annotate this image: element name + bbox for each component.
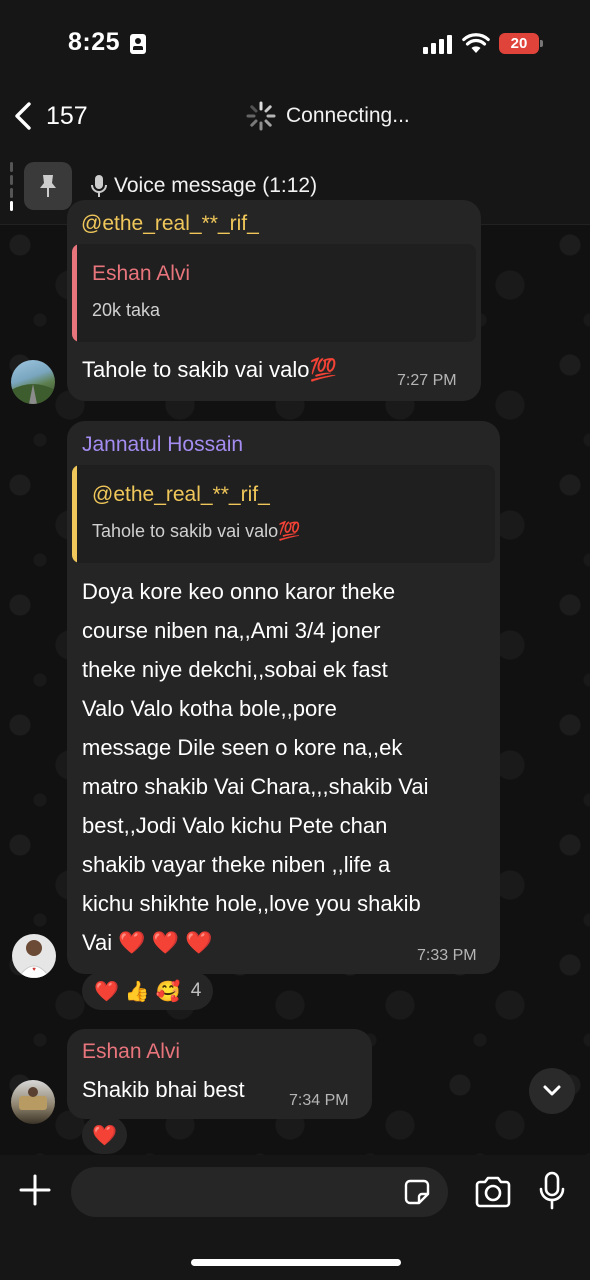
battery-indicator: 20 [499, 33, 539, 54]
message-time: 7:34 PM [289, 1092, 349, 1109]
quote-sender: @ethe_real_**_rif_ [92, 483, 270, 506]
quote-header-cut: @ethe_real_**_rif_ [81, 212, 259, 235]
microphone-icon[interactable] [538, 1171, 566, 1211]
reaction-bar[interactable]: ❤️ 👍 🥰 4 [82, 972, 214, 1010]
message-time: 7:33 PM [417, 947, 477, 964]
message-bubble[interactable]: @ethe_real_**_rif_ Eshan Alvi 20k taka T… [67, 200, 481, 401]
message-line: Doya kore keo onno karor theke [82, 579, 396, 604]
message-input[interactable] [71, 1167, 448, 1217]
chevron-down-icon [543, 1085, 561, 1096]
composer-bar [0, 1155, 590, 1280]
pin-icon [40, 175, 56, 197]
cellular-signal-icon [423, 34, 453, 54]
connection-status: Connecting... [245, 100, 410, 132]
message-time: 7:27 PM [397, 372, 457, 389]
battery-nub [540, 40, 543, 47]
sticker-icon[interactable] [402, 1177, 432, 1207]
pinned-position-indicator [10, 162, 13, 212]
microphone-icon [91, 175, 107, 197]
reaction-heart[interactable]: ❤️ [92, 1123, 117, 1148]
status-time: 8:25 [68, 28, 121, 56]
message-bubble[interactable]: Jannatul Hossain @ethe_real_**_rif_ Taho… [67, 421, 500, 974]
chevron-left-icon [15, 102, 31, 130]
pinned-list-button[interactable] [24, 162, 72, 210]
camera-icon[interactable] [474, 1175, 512, 1209]
message-line: best,,Jodi Valo kichu Pete chan [82, 813, 388, 838]
reaction-smiling-hearts[interactable]: 🥰 [156, 979, 181, 1004]
back-button[interactable]: 157 [10, 94, 88, 138]
reply-quote[interactable]: @ethe_real_**_rif_ Tahole to sakib vai v… [72, 465, 495, 563]
message-text: Doya kore keo onno karor theke course ni… [82, 572, 492, 962]
unread-count: 157 [46, 101, 88, 130]
message-line: Valo Valo kotha bole,,pore [82, 696, 337, 721]
chat-header: 157 Connecting... [0, 88, 590, 150]
reaction-heart[interactable]: ❤️ [94, 979, 119, 1004]
loading-spinner-icon [246, 101, 276, 131]
message-line: message Dile seen o kore na,,ek [82, 735, 403, 760]
message-text: Tahole to sakib vai valo💯 [82, 357, 337, 382]
reply-quote[interactable]: Eshan Alvi 20k taka [72, 244, 476, 342]
connection-status-text: Connecting... [286, 104, 410, 127]
avatar[interactable]: ♥ [12, 934, 56, 978]
message-line: kichu shikhte hole,,love you shakib [82, 891, 421, 916]
battery-level: 20 [510, 35, 528, 52]
svg-text:♥: ♥ [32, 967, 36, 973]
message-bubble[interactable]: Eshan Alvi Shakib bhai best 7:34 PM [67, 1029, 372, 1119]
message-sender: Jannatul Hossain [82, 433, 244, 456]
avatar[interactable] [11, 360, 55, 404]
attach-plus-icon[interactable] [18, 1173, 52, 1207]
message-line: matro shakib Vai Chara,,,shakib Vai [82, 774, 429, 799]
message-line: theke niye dekchi,,sobai ek fast [82, 657, 388, 682]
pinned-message-text: Voice message (1:12) [114, 174, 318, 197]
message-text: Shakib bhai best [82, 1077, 245, 1102]
pinned-message-preview: Voice message (1:12) [90, 174, 317, 198]
quote-text: Tahole to sakib vai valo💯 [92, 521, 301, 541]
id-card-icon [130, 34, 146, 54]
quote-sender: Eshan Alvi [92, 262, 191, 285]
wifi-icon [462, 33, 490, 53]
message-line: course niben na,,Ami 3/4 joner [82, 618, 381, 643]
avatar[interactable] [11, 1080, 55, 1124]
reaction-count: 4 [190, 980, 202, 1001]
home-indicator [191, 1259, 401, 1266]
status-bar: 8:25 20 [0, 0, 590, 88]
message-line: shakib vayar theke niben ,,life a [82, 852, 391, 877]
reaction-thumbs-up[interactable]: 👍 [125, 979, 150, 1004]
reaction-bar[interactable]: ❤️ [82, 1116, 127, 1154]
scroll-to-bottom-button[interactable] [529, 1068, 575, 1114]
quote-text: 20k taka [92, 300, 161, 320]
message-sender: Eshan Alvi [82, 1040, 181, 1063]
